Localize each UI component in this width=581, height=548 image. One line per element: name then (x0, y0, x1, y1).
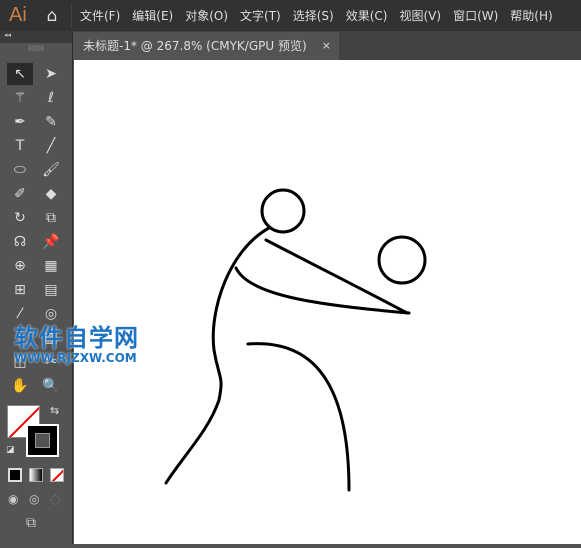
perspective-grid-icon[interactable]: ▦ (38, 255, 64, 277)
artboard-canvas[interactable] (74, 60, 581, 544)
home-icon[interactable]: ⌂ (37, 6, 67, 26)
panel-grip[interactable]: |||||||| (0, 43, 72, 58)
hand-tool-icon[interactable]: ✋ (7, 375, 33, 397)
mesh-tool-icon[interactable]: ⊞ (7, 279, 33, 301)
gradient-mode-icon[interactable] (29, 468, 43, 482)
color-mode-icon[interactable] (8, 468, 22, 482)
close-icon[interactable]: × (322, 32, 331, 60)
document-tab-bar: 未标题-1* @ 267.8% (CMYK/GPU 预览) × (74, 31, 581, 60)
draw-normal-icon[interactable]: ◉ (8, 492, 18, 506)
shaper-tool-icon[interactable]: ✐ (7, 183, 33, 205)
ai-logo: Ai (9, 4, 27, 26)
body-back (164, 226, 271, 485)
menu-file[interactable]: 文件(F) (80, 7, 120, 24)
menu-window[interactable]: 窗口(W) (453, 7, 498, 24)
document-tab[interactable]: 未标题-1* @ 267.8% (CMYK/GPU 预览) × (74, 32, 339, 60)
screen-mode-icon[interactable]: ⧉ (26, 515, 36, 531)
menu-help[interactable]: 帮助(H) (510, 7, 552, 24)
curvature-tool-icon[interactable]: ✎ (38, 111, 64, 133)
lasso-icon[interactable]: ℓ (38, 87, 64, 109)
divider (71, 4, 72, 27)
ellipse-tool-icon[interactable]: ⬭ (7, 159, 33, 181)
draw-inside-icon[interactable]: ◌ (50, 492, 60, 506)
puppet-warp-icon[interactable]: 📌 (38, 231, 64, 253)
rotate-tool-icon[interactable]: ↻ (7, 207, 33, 229)
direct-selection-tool-icon[interactable]: ➤ (38, 63, 64, 85)
stroke-swatch[interactable] (26, 424, 59, 457)
stick-figure-artwork (164, 188, 427, 492)
watermark: 软件自学网 WWW.RJZXW.COM (14, 324, 139, 365)
scale-tool-icon[interactable]: ⧉ (38, 207, 64, 229)
menu-bar: Ai ⌂ 文件(F) 编辑(E) 对象(O) 文字(T) 选择(S) 效果(C)… (0, 0, 581, 31)
menu-view[interactable]: 视图(V) (399, 7, 441, 24)
none-mode-icon[interactable] (50, 468, 64, 482)
menu-edit[interactable]: 编辑(E) (132, 7, 173, 24)
zoom-tool-icon[interactable]: 🔍 (38, 375, 64, 397)
shape-builder-icon[interactable]: ⊕ (7, 255, 33, 277)
warp-tool-icon[interactable]: ☊ (7, 231, 33, 253)
menu-effect[interactable]: 效果(C) (346, 7, 388, 24)
collapse-button[interactable]: ◂◂ (0, 31, 72, 43)
head (260, 188, 306, 234)
paintbrush-icon[interactable]: 🖌 (38, 159, 64, 181)
eraser-icon[interactable]: ◆ (38, 183, 64, 205)
magic-wand-icon[interactable]: ⚚ (7, 87, 33, 109)
menu-type[interactable]: 文字(T) (240, 7, 281, 24)
tools-panel: ◂◂ |||||||| ↖ ➤ ⚚ ℓ ✒ ✎ T ╱ ⬭ 🖌 ✐ ◆ ↻ ⧉ … (0, 31, 73, 544)
leg (246, 342, 351, 492)
ball (377, 235, 427, 285)
line-tool-icon[interactable]: ╱ (38, 135, 64, 157)
draw-behind-icon[interactable]: ◎ (29, 492, 39, 506)
menu-object[interactable]: 对象(O) (185, 7, 228, 24)
tab-title: 未标题-1* @ 267.8% (CMYK/GPU 预览) (83, 39, 307, 53)
default-colors-icon[interactable]: ◪ (6, 445, 15, 455)
swap-icon[interactable]: ⇆ (50, 404, 59, 417)
type-tool-icon[interactable]: T (7, 135, 33, 157)
selection-tool-icon[interactable]: ↖ (7, 63, 33, 85)
gradient-tool-icon[interactable]: ▤ (38, 279, 64, 301)
pen-tool-icon[interactable]: ✒ (7, 111, 33, 133)
menu-select[interactable]: 选择(S) (293, 7, 334, 24)
